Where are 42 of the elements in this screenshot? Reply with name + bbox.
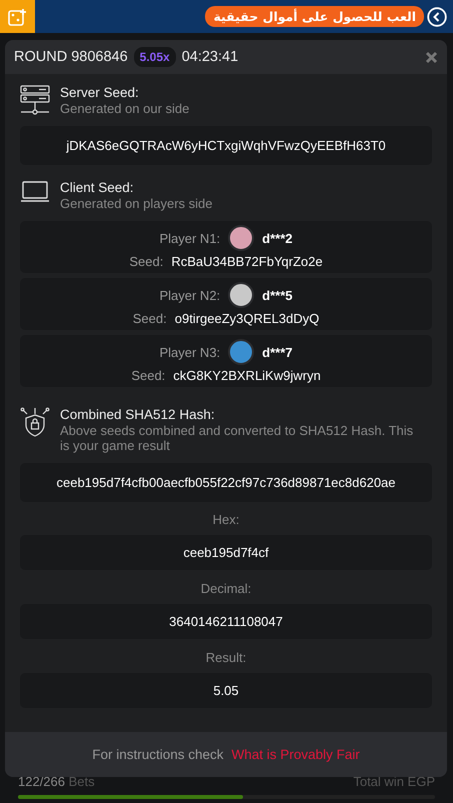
seed-label: Seed:	[131, 368, 166, 383]
hash-value: ceeb195d7f4cfb00aecfb055f22cf97c736d89871ec8d620ae	[20, 463, 432, 502]
seed-value: o9tirgeeZy3QREL3dDyQ	[174, 311, 320, 326]
multiplier-badge: 5.05x	[134, 47, 176, 67]
field-value: 3640146211108047	[20, 604, 432, 639]
player-name: d***5	[262, 288, 293, 302]
instructions-text: For instructions check	[92, 747, 224, 762]
total-win-label: Total win EGP	[353, 774, 435, 789]
player-label: Player N3:	[159, 344, 220, 360]
field-label: Hex:	[212, 512, 240, 527]
round-title: ROUND 9806846	[14, 49, 128, 65]
section-title: Client Seed:	[60, 180, 135, 195]
seed-value: jDKAS6eGQTRAcW6yHCTxgiWqhVFwzQyEEBfH63T0	[20, 126, 432, 165]
section-title: Server Seed:	[60, 85, 140, 100]
bets-count: 122/266	[18, 774, 65, 789]
field-label: Result:	[204, 650, 248, 665]
section-title: Combined SHA512 Hash:	[60, 407, 216, 422]
player-label: Player N2:	[159, 288, 220, 302]
shield-lock-icon	[20, 407, 50, 437]
field-value: ceeb195d7f4cf	[20, 535, 432, 570]
back-icon[interactable]	[427, 6, 447, 26]
seed-label: Seed:	[132, 311, 167, 326]
section-subtitle: Generated on players side	[60, 196, 212, 211]
section-subtitle: Above seeds combined and converted to SHA512 Hash. This is your game result	[60, 423, 414, 453]
seed-value: RcBaU34BB72FbYqrZo2e	[171, 254, 323, 269]
round-time: 04:23:41	[182, 49, 238, 65]
seed-label: Seed:	[129, 254, 164, 269]
player-name: d***2	[262, 230, 293, 246]
promo-button[interactable]: العب للحصول على أموال حقيقية	[205, 6, 424, 27]
player-name: d***7	[262, 344, 293, 360]
close-icon[interactable]	[425, 50, 438, 64]
server-icon	[20, 85, 50, 115]
section-subtitle: Generated on our side	[60, 101, 190, 116]
player-label: Player N1:	[159, 230, 220, 246]
field-label: Decimal:	[200, 581, 252, 596]
bets-label: Bets	[68, 774, 95, 789]
grid-plus-icon	[8, 8, 28, 26]
field-value: 5.05	[20, 673, 432, 708]
seed-value: ckG8KY2BXRLiKw9jwryn	[173, 368, 321, 383]
gift-button[interactable]	[0, 0, 35, 33]
provably-fair-link[interactable]: What is Provably Fair	[232, 747, 360, 762]
laptop-icon	[20, 180, 50, 204]
